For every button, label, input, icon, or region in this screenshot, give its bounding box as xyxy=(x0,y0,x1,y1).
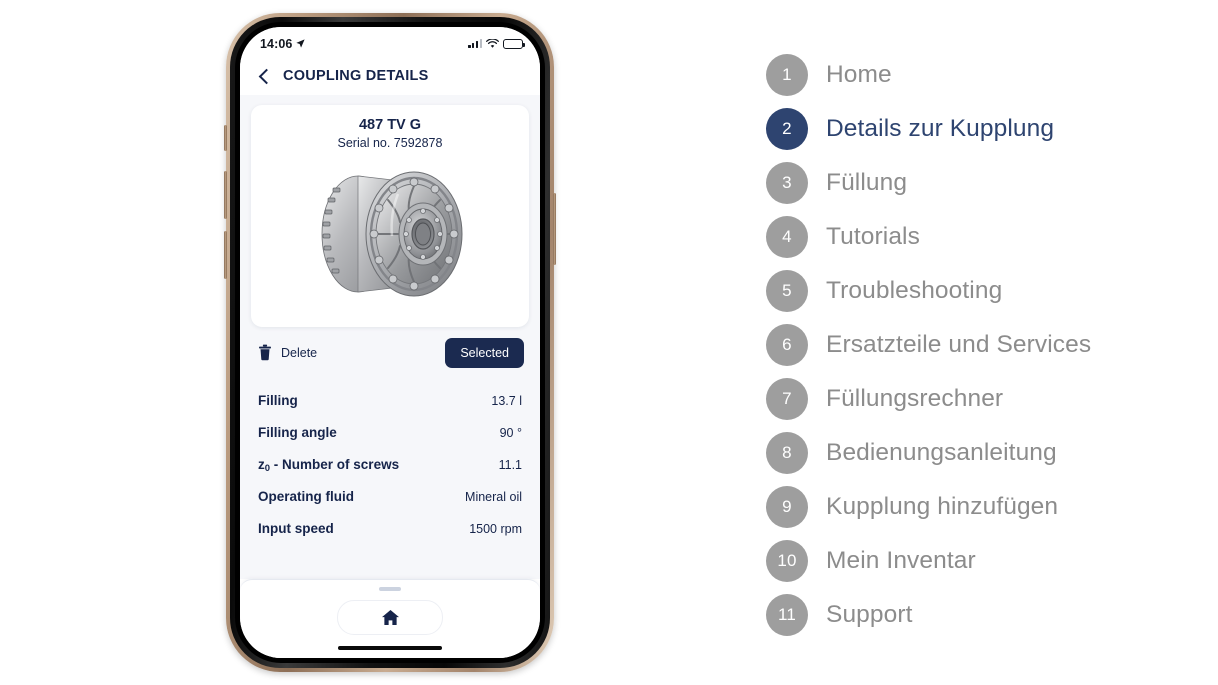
status-bar: 14:06 xyxy=(240,27,540,57)
spec-row: Operating fluid Mineral oil xyxy=(258,481,522,513)
spec-label: Filling xyxy=(258,393,298,409)
status-indicators xyxy=(468,38,525,49)
spec-row: Filling angle 90 ° xyxy=(258,417,522,449)
trash-icon xyxy=(259,345,271,361)
step-label: Tutorials xyxy=(826,223,920,250)
spec-label-subscript: 0 xyxy=(264,463,271,475)
page-title: COUPLING DETAILS xyxy=(283,68,429,84)
spec-label: Input speed xyxy=(258,521,334,537)
app-scroll-body[interactable]: 487 TV G Serial no. 7592878 Delete Selec… xyxy=(240,95,540,579)
step-label: Troubleshooting xyxy=(826,277,1003,304)
product-image xyxy=(261,153,519,315)
product-serial: Serial no. 7592878 xyxy=(337,135,443,150)
step-number-badge: 1 xyxy=(766,54,808,96)
step-item-support[interactable]: 11 Support xyxy=(766,588,1186,642)
volume-down-button[interactable] xyxy=(224,231,227,279)
silence-switch[interactable] xyxy=(224,125,227,151)
spec-label: Filling angle xyxy=(258,425,337,441)
chevron-left-icon[interactable] xyxy=(258,70,271,83)
status-time-group: 14:06 xyxy=(260,37,306,51)
step-item-bedienungsanleitung[interactable]: 8 Bedienungsanleitung xyxy=(766,426,1186,480)
status-time: 14:06 xyxy=(260,36,293,51)
cellular-signal-icon xyxy=(468,38,482,48)
step-label: Support xyxy=(826,601,913,628)
step-label: Kupplung hinzufügen xyxy=(826,493,1059,520)
home-icon xyxy=(381,610,399,625)
step-item-troubleshooting[interactable]: 5 Troubleshooting xyxy=(766,264,1186,318)
spec-row: z0 - Number of screws 11.1 xyxy=(258,449,522,481)
step-number-badge: 8 xyxy=(766,432,808,474)
spec-row: Filling 13.7 l xyxy=(258,385,522,417)
step-number-badge: 7 xyxy=(766,378,808,420)
wifi-icon xyxy=(486,38,499,48)
spec-value: 1500 rpm xyxy=(469,522,522,537)
step-item-ersatzteile-und-services[interactable]: 6 Ersatzteile und Services xyxy=(766,318,1186,372)
step-label: Ersatzteile und Services xyxy=(826,331,1092,358)
steps-list: 1 Home 2 Details zur Kupplung 3 Füllung … xyxy=(766,48,1186,642)
spec-value: 13.7 l xyxy=(491,394,522,409)
step-label: Details zur Kupplung xyxy=(826,115,1055,142)
fluid-coupling-3d-render-icon xyxy=(321,171,463,297)
phone-screen: 14:06 COUPLING DETAILS 487 TV G Serial n… xyxy=(240,27,540,658)
step-number-badge: 5 xyxy=(766,270,808,312)
delete-label: Delete xyxy=(281,345,318,360)
bottom-tab-bar xyxy=(240,579,540,658)
product-name: 487 TV G xyxy=(358,117,422,133)
coupling-detail-card: 487 TV G Serial no. 7592878 xyxy=(251,105,529,327)
step-number-badge: 10 xyxy=(766,540,808,582)
step-item-fuellung[interactable]: 3 Füllung xyxy=(766,156,1186,210)
step-item-fuellungsrechner[interactable]: 7 Füllungsrechner xyxy=(766,372,1186,426)
nav-header: COUPLING DETAILS xyxy=(240,57,540,95)
step-number-badge: 9 xyxy=(766,486,808,528)
delete-button[interactable]: Delete xyxy=(258,344,317,361)
step-label: Bedienungsanleitung xyxy=(826,439,1057,466)
spec-row: Input speed 1500 rpm xyxy=(258,513,522,545)
spec-value: Mineral oil xyxy=(465,490,522,505)
step-item-tutorials[interactable]: 4 Tutorials xyxy=(766,210,1186,264)
step-number-badge: 3 xyxy=(766,162,808,204)
battery-icon xyxy=(503,38,525,49)
spec-label-tail: - Number of screws xyxy=(270,457,400,473)
step-number-badge: 2 xyxy=(766,108,808,150)
power-button[interactable] xyxy=(553,193,556,265)
spec-label: Operating fluid xyxy=(258,489,354,505)
step-item-kupplung-hinzufuegen[interactable]: 9 Kupplung hinzufügen xyxy=(766,480,1186,534)
step-item-details-zur-kupplung[interactable]: 2 Details zur Kupplung xyxy=(766,102,1186,156)
step-label: Füllungsrechner xyxy=(826,385,1004,412)
step-number-badge: 11 xyxy=(766,594,808,636)
volume-up-button[interactable] xyxy=(224,171,227,219)
home-indicator xyxy=(338,645,442,650)
phone-mockup: 14:06 COUPLING DETAILS 487 TV G Serial n… xyxy=(224,13,556,672)
spec-value: 11.1 xyxy=(498,458,522,473)
spec-label-main: z xyxy=(258,457,265,473)
location-arrow-icon xyxy=(296,39,306,48)
step-number-badge: 6 xyxy=(766,324,808,366)
action-row: Delete Selected xyxy=(240,327,540,377)
step-label: Home xyxy=(826,61,892,88)
selected-button[interactable]: Selected xyxy=(445,337,524,368)
spec-value: 90 ° xyxy=(499,426,522,441)
step-item-home[interactable]: 1 Home xyxy=(766,48,1186,102)
drag-handle[interactable] xyxy=(379,587,401,591)
step-item-mein-inventar[interactable]: 10 Mein Inventar xyxy=(766,534,1186,588)
spec-label: z0 - Number of screws xyxy=(258,457,400,475)
specs-list: Filling 13.7 l Filling angle 90 ° z0 - N… xyxy=(240,377,540,545)
step-label: Füllung xyxy=(826,169,908,196)
home-tab-button[interactable] xyxy=(337,600,443,635)
step-number-badge: 4 xyxy=(766,216,808,258)
step-label: Mein Inventar xyxy=(826,547,976,574)
